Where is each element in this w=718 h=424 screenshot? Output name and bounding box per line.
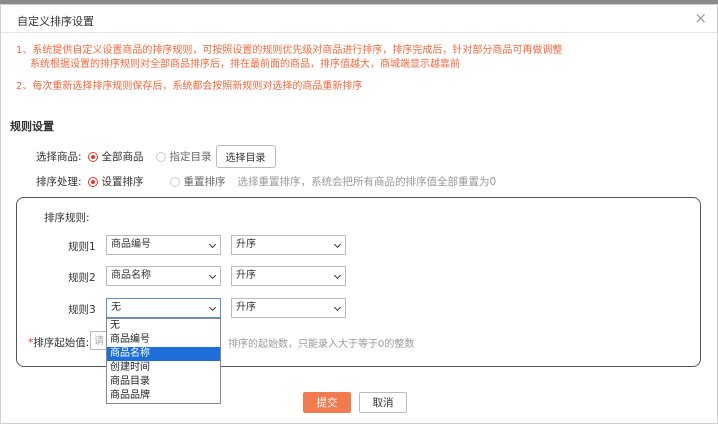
dropdown-option[interactable]: 商品品牌 <box>107 389 220 403</box>
rule-1-label: 规则1 <box>68 241 96 253</box>
rule-2-order-select[interactable]: 升序 <box>231 266 346 286</box>
chevron-down-icon <box>333 303 342 312</box>
rule-3-label: 规则3 <box>68 304 96 316</box>
rule-1-order-value: 升序 <box>236 239 256 250</box>
chevron-down-icon <box>333 240 342 249</box>
radio-set-sort-label: 设置排序 <box>101 176 144 188</box>
radio-dot-checked-icon <box>87 176 98 187</box>
rule-2-label: 规则2 <box>68 272 96 284</box>
dialog-title: 自定义排序设置 <box>17 15 94 28</box>
sort-process-row: 排序处理: 设置排序 重置排序 选择重置排序，系统会把所有商品的排序值全部重置为… <box>36 174 496 189</box>
rule-1-field-value: 商品编号 <box>111 239 151 250</box>
radio-reset-sort[interactable]: 重置排序 <box>169 174 226 189</box>
reset-sort-hint: 选择重置排序，系统会把所有商品的排序值全部重置为0 <box>237 176 497 188</box>
radio-set-sort[interactable]: 设置排序 <box>87 174 144 189</box>
submit-button[interactable]: 提交 <box>303 392 351 413</box>
radio-reset-sort-label: 重置排序 <box>183 176 226 188</box>
rule-3-field-select[interactable]: 无 <box>106 298 221 318</box>
note-line-2: 系统根据设置的排序规则对全部商品排序后，排在最前面的商品，排序值越大，商城端显示… <box>30 59 460 70</box>
note-line-1: 1、系统提供自定义设置商品的排序规则，可按照设置的规则优先级对商品进行排序，排序… <box>16 45 563 56</box>
note-line-3: 2、每次重新选择排序规则保存后，系统都会按照新规则对选择的商品重新排序 <box>16 81 363 92</box>
chevron-down-icon <box>208 240 217 249</box>
close-icon[interactable]: × <box>694 10 707 26</box>
radio-specified-dir-label: 指定目录 <box>169 151 212 163</box>
dropdown-option[interactable]: 商品目录 <box>107 375 220 389</box>
dropdown-option[interactable]: 商品编号 <box>107 333 220 347</box>
dropdown-option[interactable]: 无 <box>107 319 220 333</box>
select-goods-label: 选择商品: <box>36 151 82 163</box>
radio-all-goods[interactable]: 全部商品 <box>87 149 144 164</box>
chevron-down-icon <box>208 303 217 312</box>
rule-1-order-select[interactable]: 升序 <box>231 235 346 255</box>
start-value-hint: 排序的起始数，只能录入大于等于0的整数 <box>228 339 415 350</box>
sort-process-label: 排序处理: <box>36 176 82 188</box>
choose-directory-button[interactable]: 选择目录 <box>215 145 276 168</box>
radio-dot-icon <box>169 176 180 187</box>
radio-specified-dir[interactable]: 指定目录 <box>155 149 212 164</box>
chevron-down-icon <box>333 271 342 280</box>
section-title-rule-settings: 规则设置 <box>10 120 54 133</box>
rule-3-order-value: 升序 <box>236 302 256 313</box>
cancel-button[interactable]: 取消 <box>359 392 407 413</box>
radio-dot-checked-icon <box>87 151 98 162</box>
dropdown-option-highlighted[interactable]: 商品名称 <box>107 347 220 361</box>
rule-1-field-select[interactable]: 商品编号 <box>106 235 221 255</box>
chevron-down-icon <box>208 271 217 280</box>
radio-all-goods-label: 全部商品 <box>101 151 144 163</box>
dialog-titlebar: 自定义排序设置 × <box>1 5 717 33</box>
start-value-label-text: 排序起始值: <box>33 337 90 349</box>
rule-3-field-dropdown: 无 商品编号 商品名称 创建时间 商品目录 商品品牌 <box>106 318 221 404</box>
dropdown-option[interactable]: 创建时间 <box>107 361 220 375</box>
rule-2-field-value: 商品名称 <box>111 270 151 281</box>
rule-2-order-value: 升序 <box>236 270 256 281</box>
select-goods-row: 选择商品: 全部商品 指定目录 选择目录 <box>36 145 276 168</box>
instruction-notes: 1、系统提供自定义设置商品的排序规则，可按照设置的规则优先级对商品进行排序，排序… <box>16 44 562 94</box>
sort-rules-header: 排序规则: <box>44 212 90 224</box>
start-value-label: *排序起始值: <box>28 335 89 350</box>
rule-2-field-select[interactable]: 商品名称 <box>106 266 221 286</box>
rule-3-field-value: 无 <box>111 302 121 313</box>
radio-dot-icon <box>155 151 166 162</box>
rule-3-order-select[interactable]: 升序 <box>231 298 346 318</box>
